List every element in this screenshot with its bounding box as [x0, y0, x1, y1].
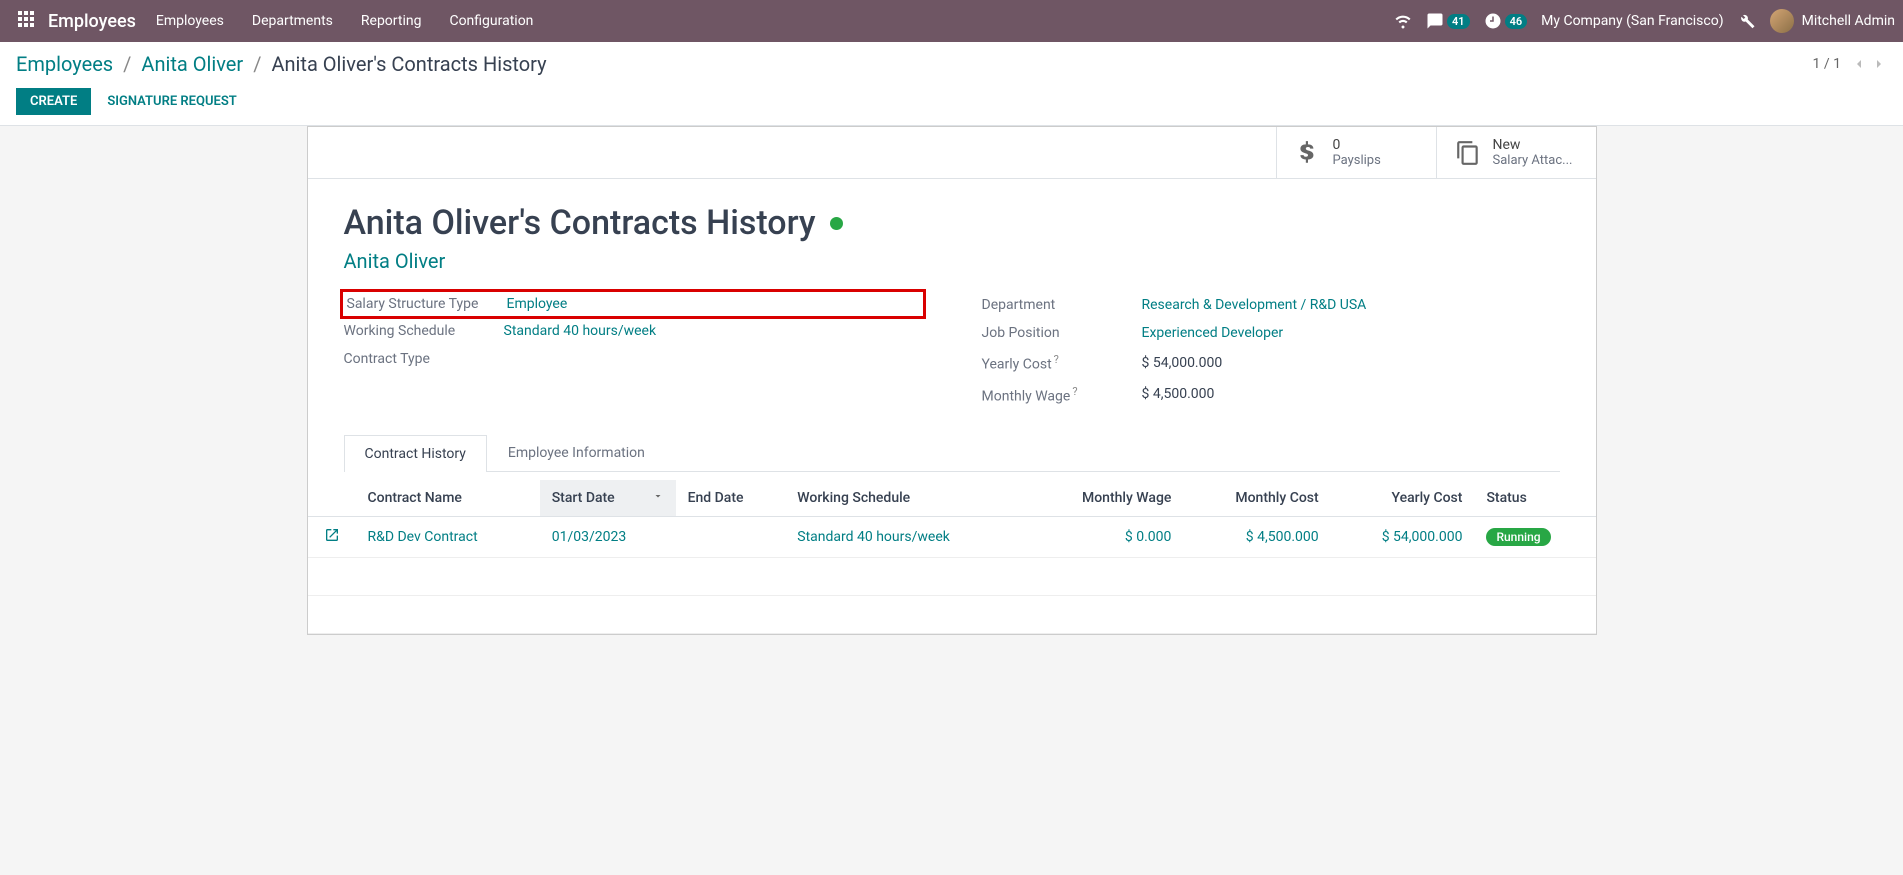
payslips-stat-button[interactable]: 0 Payslips	[1276, 127, 1436, 178]
salary-attachment-stat-button[interactable]: New Salary Attac...	[1436, 127, 1596, 178]
attach-label: Salary Attac...	[1493, 153, 1573, 168]
dept-value[interactable]: Research & Development / R&D USA	[1142, 297, 1367, 313]
nav-right: 41 46 My Company (San Francisco) Mitchel…	[1394, 9, 1895, 33]
action-bar: CREATE SIGNATURE REQUEST	[0, 82, 1903, 126]
dollar-icon	[1295, 140, 1321, 166]
dept-label: Department	[982, 297, 1142, 313]
messages-button[interactable]: 41	[1426, 12, 1470, 30]
payslips-value: 0	[1333, 137, 1381, 153]
col-start-date[interactable]: Start Date	[540, 480, 676, 517]
pager: 1 / 1	[1813, 56, 1887, 72]
user-menu[interactable]: Mitchell Admin	[1770, 9, 1895, 33]
external-link-icon[interactable]	[324, 527, 340, 543]
activities-button[interactable]: 46	[1484, 12, 1528, 30]
breadcrumb-bar: Employees / Anita Oliver / Anita Oliver'…	[0, 42, 1903, 82]
cell-ycost: $ 54,000.000	[1331, 517, 1475, 558]
breadcrumb: Employees / Anita Oliver / Anita Oliver'…	[16, 52, 547, 76]
activities-badge: 46	[1505, 14, 1528, 29]
tools-icon[interactable]	[1738, 12, 1756, 30]
cell-name[interactable]: R&D Dev Contract	[356, 517, 540, 558]
table-row[interactable]: R&D Dev Contract 01/03/2023 Standard 40 …	[308, 517, 1596, 558]
col-contract-name[interactable]: Contract Name	[356, 480, 540, 517]
avatar	[1770, 9, 1794, 33]
copy-icon	[1455, 140, 1481, 166]
col-mwage[interactable]: Monthly Wage	[1028, 480, 1184, 517]
cell-mcost: $ 4,500.000	[1183, 517, 1330, 558]
chevron-down-icon	[652, 490, 664, 506]
clock-icon	[1484, 12, 1502, 30]
tab-bar: Contract History Employee Information	[344, 434, 1560, 472]
crumb-anita[interactable]: Anita Oliver	[141, 52, 243, 76]
nav-item-departments[interactable]: Departments	[252, 13, 333, 29]
col-end-date[interactable]: End Date	[676, 480, 786, 517]
company-selector[interactable]: My Company (San Francisco)	[1541, 13, 1723, 29]
yearly-label: Yearly Cost?	[982, 353, 1142, 373]
monthly-label: Monthly Wage?	[982, 385, 1142, 405]
pager-count: 1 / 1	[1813, 56, 1841, 72]
salary-struct-highlight: Salary Structure Type Employee	[340, 289, 926, 319]
form-sheet: 0 Payslips New Salary Attac... Anita Oli…	[307, 126, 1597, 635]
stat-buttons: 0 Payslips New Salary Attac...	[308, 127, 1596, 179]
wifi-icon[interactable]	[1394, 12, 1412, 30]
nav-item-configuration[interactable]: Configuration	[449, 13, 533, 29]
col-mcost[interactable]: Monthly Cost	[1183, 480, 1330, 517]
status-badge: Running	[1486, 528, 1550, 546]
create-button[interactable]: CREATE	[16, 88, 91, 115]
col-schedule[interactable]: Working Schedule	[785, 480, 1027, 517]
tab-contract-history[interactable]: Contract History	[344, 435, 487, 472]
cell-schedule[interactable]: Standard 40 hours/week	[785, 517, 1027, 558]
attach-value: New	[1493, 137, 1573, 153]
nav-item-reporting[interactable]: Reporting	[361, 13, 422, 29]
nav-item-employees[interactable]: Employees	[156, 13, 224, 29]
contracts-table: Contract Name Start Date End Date Workin…	[308, 480, 1596, 634]
crumb-current: Anita Oliver's Contracts History	[271, 52, 546, 76]
job-label: Job Position	[982, 325, 1142, 341]
salary-struct-label: Salary Structure Type	[347, 296, 507, 312]
cell-end	[676, 517, 786, 558]
nav-menu: Employees Departments Reporting Configur…	[156, 13, 1394, 29]
signature-request-button[interactable]: SIGNATURE REQUEST	[107, 94, 236, 109]
messages-badge: 41	[1447, 14, 1470, 29]
col-ycost[interactable]: Yearly Cost	[1331, 480, 1475, 517]
yearly-value: $ 54,000.000	[1142, 355, 1223, 371]
chat-icon	[1426, 12, 1444, 30]
monthly-value: $ 4,500.000	[1142, 386, 1215, 402]
payslips-label: Payslips	[1333, 153, 1381, 168]
contract-type-label: Contract Type	[344, 351, 504, 367]
salary-struct-value[interactable]: Employee	[507, 296, 568, 312]
cell-mwage: $ 0.000	[1028, 517, 1184, 558]
user-name: Mitchell Admin	[1802, 13, 1895, 29]
top-navbar: Employees Employees Departments Reportin…	[0, 0, 1903, 42]
cell-start: 01/03/2023	[540, 517, 676, 558]
crumb-employees[interactable]: Employees	[16, 52, 113, 76]
tab-employee-info[interactable]: Employee Information	[487, 434, 666, 471]
col-status[interactable]: Status	[1474, 480, 1595, 517]
page-title: Anita Oliver's Contracts History	[344, 203, 816, 243]
status-dot-icon	[830, 217, 843, 230]
employee-link[interactable]: Anita Oliver	[344, 249, 1560, 273]
job-value[interactable]: Experienced Developer	[1142, 325, 1284, 341]
app-brand: Employees	[48, 11, 136, 32]
pager-next-icon[interactable]	[1871, 56, 1887, 72]
schedule-label: Working Schedule	[344, 323, 504, 339]
schedule-value[interactable]: Standard 40 hours/week	[504, 323, 657, 339]
pager-prev-icon[interactable]	[1851, 56, 1867, 72]
apps-icon[interactable]	[18, 11, 38, 31]
